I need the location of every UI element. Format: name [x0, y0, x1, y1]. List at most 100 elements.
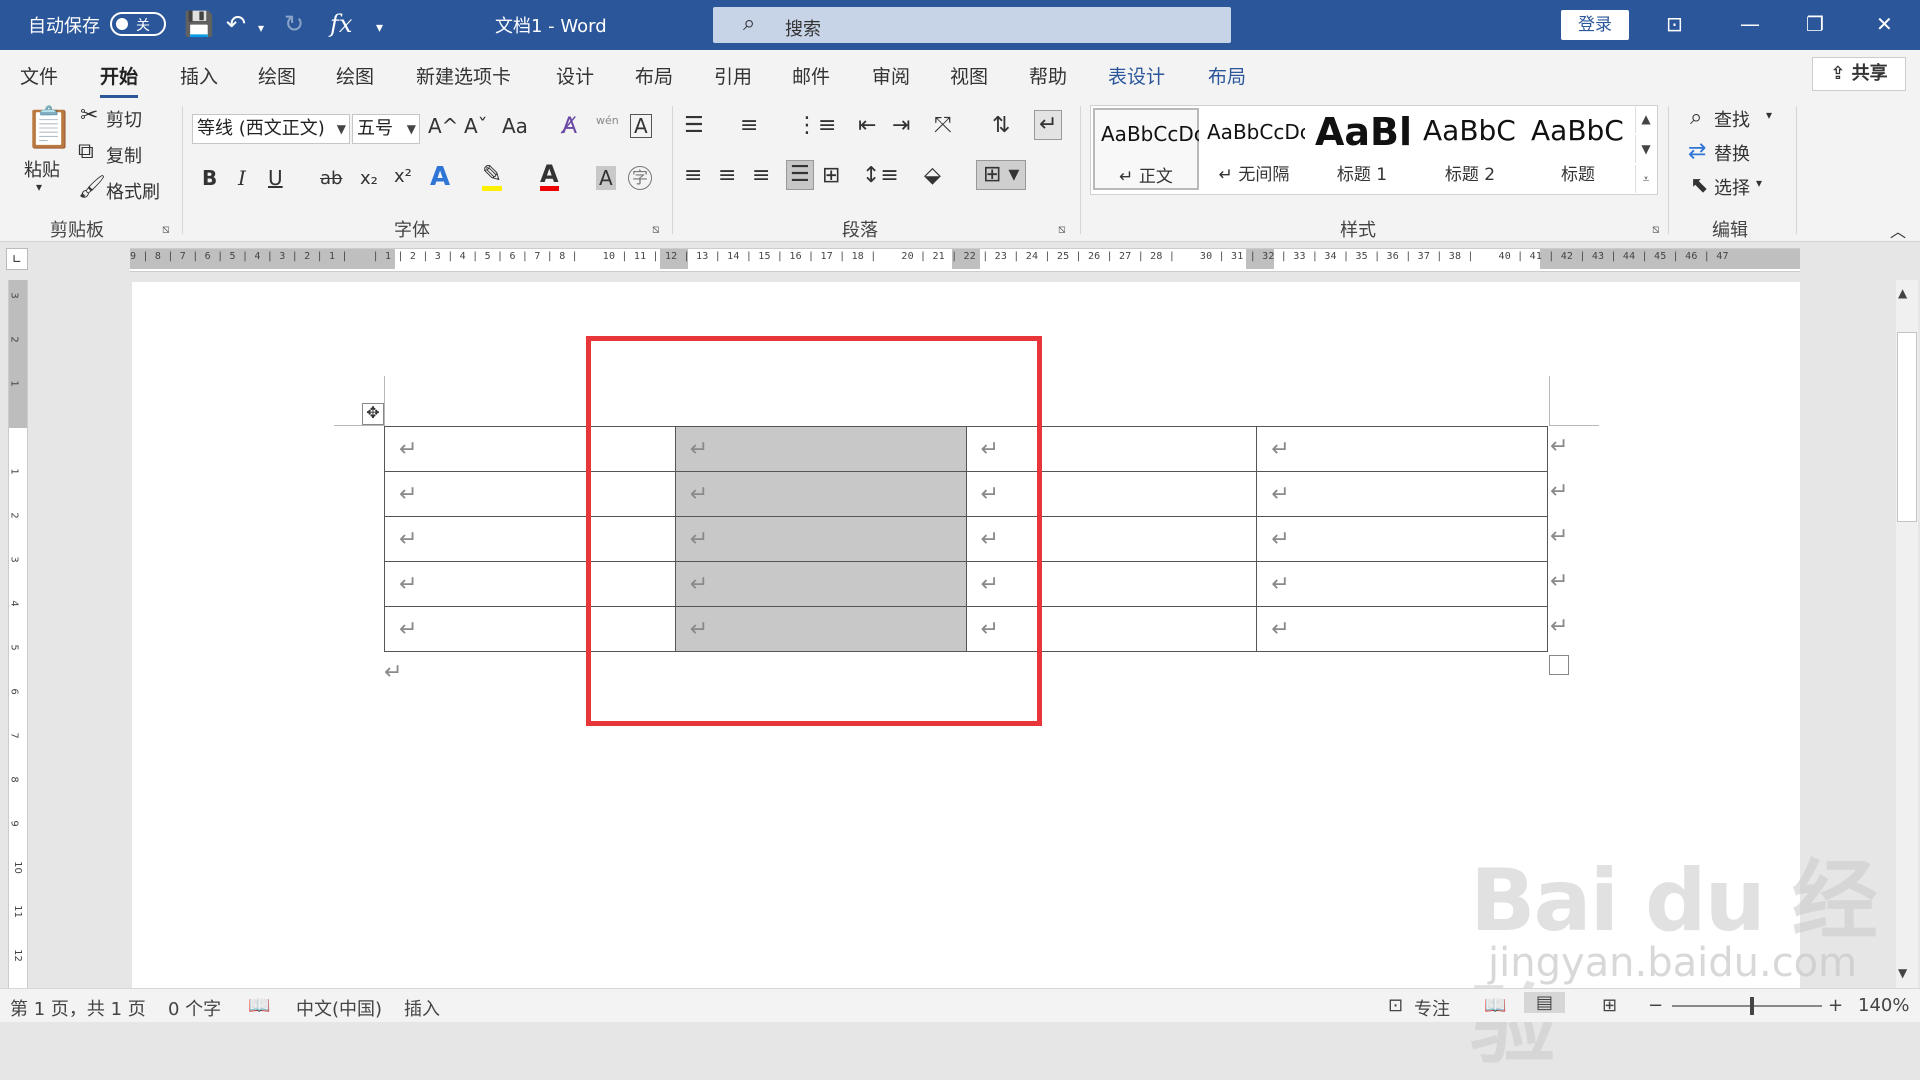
replace-label[interactable]: 替换: [1714, 140, 1750, 166]
italic-button[interactable]: I: [238, 166, 246, 190]
find-icon[interactable]: ⌕: [1690, 106, 1702, 130]
phonetic-guide-icon[interactable]: wén: [596, 114, 619, 127]
zoom-slider[interactable]: [1672, 1005, 1822, 1007]
clipboard-launcher-icon[interactable]: ⧅: [162, 222, 170, 237]
distributed-icon[interactable]: ⊞: [822, 164, 840, 188]
font-name-combo[interactable]: 等线 (西文正文) ▼: [192, 114, 350, 144]
highlight-icon[interactable]: ✎: [482, 162, 503, 191]
table-resize-handle[interactable]: [1549, 655, 1569, 675]
collapse-ribbon-icon[interactable]: ︿: [1890, 218, 1906, 242]
show-marks-icon[interactable]: ↵: [1034, 110, 1063, 140]
login-button[interactable]: 登录: [1561, 10, 1629, 40]
format-painter-label[interactable]: 格式刷: [106, 178, 160, 204]
tab-mailings[interactable]: 邮件: [792, 62, 830, 89]
tab-view[interactable]: 视图: [950, 62, 988, 89]
char-shading-icon[interactable]: A: [596, 166, 616, 190]
find-label[interactable]: 查找: [1714, 106, 1750, 132]
cut-icon[interactable]: ✂: [80, 104, 98, 128]
zoom-out-button[interactable]: −: [1648, 995, 1663, 1016]
multilevel-list-icon[interactable]: ⋮≡: [796, 114, 836, 138]
minimize-icon[interactable]: —: [1740, 12, 1760, 36]
zoom-in-button[interactable]: +: [1828, 995, 1843, 1016]
bullets-icon[interactable]: ☰: [684, 114, 704, 138]
underline-button[interactable]: U: [268, 166, 283, 190]
find-dropdown-icon[interactable]: ▾: [1766, 108, 1772, 122]
table-cell[interactable]: ↵: [1256, 606, 1548, 652]
tab-new-tab[interactable]: 新建选项卡: [416, 62, 511, 89]
select-dropdown-icon[interactable]: ▾: [1756, 176, 1762, 190]
paste-icon[interactable]: 📋: [24, 106, 74, 150]
change-case-icon[interactable]: Aa: [502, 114, 528, 138]
table-cell[interactable]: ↵: [1256, 471, 1548, 517]
undo-dropdown-icon[interactable]: ▾: [258, 14, 264, 42]
justify-icon[interactable]: ☰: [786, 160, 814, 190]
align-left-icon[interactable]: ≡: [684, 164, 702, 188]
tab-design[interactable]: 设计: [556, 62, 594, 89]
shading-icon[interactable]: ⬙: [924, 164, 941, 188]
save-icon[interactable]: 💾: [184, 10, 214, 38]
tab-review[interactable]: 审阅: [872, 62, 910, 89]
tab-table-layout[interactable]: 布局: [1208, 62, 1246, 89]
decrease-indent-icon[interactable]: ⇤: [858, 114, 876, 138]
formula-icon[interactable]: fx: [330, 10, 352, 38]
undo-icon[interactable]: ↶: [226, 10, 246, 38]
grow-font-icon[interactable]: A^: [428, 114, 458, 138]
ribbon-display-icon[interactable]: ⊡: [1666, 12, 1683, 36]
replace-icon[interactable]: ⇄: [1688, 140, 1706, 164]
style-normal[interactable]: AaBbCcDc ↵ 正文: [1093, 108, 1199, 190]
tab-draw[interactable]: 绘图: [258, 62, 296, 89]
tab-file[interactable]: 文件: [20, 62, 58, 89]
tab-selector[interactable]: ∟: [6, 248, 28, 270]
subscript-button[interactable]: x₂: [360, 168, 378, 189]
font-color-icon[interactable]: A: [540, 162, 559, 191]
insert-mode[interactable]: 插入: [404, 995, 440, 1021]
style-heading-2[interactable]: AaBbC 标题 2: [1417, 108, 1523, 190]
paste-dropdown-icon[interactable]: ▾: [36, 180, 42, 194]
styles-scroll-down-icon[interactable]: ▼: [1635, 135, 1656, 163]
zoom-level[interactable]: 140%: [1858, 995, 1909, 1016]
paragraph-launcher-icon[interactable]: ⧅: [1058, 222, 1066, 237]
web-layout-icon[interactable]: ⊞: [1602, 995, 1617, 1016]
styles-scroll-up-icon[interactable]: ▲: [1635, 105, 1656, 133]
scroll-up-icon[interactable]: ▲: [1898, 286, 1907, 300]
borders-icon[interactable]: ⊞ ▾: [976, 160, 1027, 190]
proofing-icon[interactable]: 📖: [248, 995, 270, 1016]
tab-home[interactable]: 开始: [100, 62, 139, 98]
tab-help[interactable]: 帮助: [1029, 62, 1067, 89]
table-cell[interactable]: ↵: [1256, 426, 1548, 472]
close-icon[interactable]: ✕: [1876, 12, 1893, 36]
sort-icon[interactable]: ⇅: [992, 114, 1010, 138]
restore-icon[interactable]: ❐: [1806, 12, 1824, 36]
style-heading-1[interactable]: AaBl 标题 1: [1309, 108, 1415, 190]
styles-launcher-icon[interactable]: ⧅: [1652, 222, 1660, 237]
styles-more-icon[interactable]: ⩡: [1635, 165, 1656, 193]
language[interactable]: 中文(中国): [296, 995, 382, 1021]
read-mode-icon[interactable]: 📖: [1484, 995, 1506, 1016]
tab-references[interactable]: 引用: [714, 62, 752, 89]
vertical-ruler[interactable]: 3 2 1 1 2 3 4 5 6 7 8 9 10 11 12: [8, 280, 28, 990]
style-no-spacing[interactable]: AaBbCcDc ↵ 无间隔: [1201, 108, 1307, 190]
page-count[interactable]: 第 1 页，共 1 页: [10, 995, 146, 1021]
cut-label[interactable]: 剪切: [106, 106, 142, 132]
chinese-layout-icon[interactable]: ⤧: [934, 114, 952, 138]
line-spacing-icon[interactable]: ↕≡: [862, 164, 899, 188]
search-box[interactable]: ⌕ 搜索: [713, 7, 1231, 43]
align-right-icon[interactable]: ≡: [752, 164, 770, 188]
paste-label[interactable]: 粘贴: [24, 156, 60, 182]
font-size-combo[interactable]: 五号 ▼: [352, 114, 420, 144]
share-button[interactable]: ⇪ 共享: [1812, 57, 1906, 91]
word-count[interactable]: 0 个字: [168, 995, 221, 1021]
tab-insert[interactable]: 插入: [180, 62, 218, 89]
tab-layout[interactable]: 布局: [635, 62, 673, 89]
increase-indent-icon[interactable]: ⇥: [892, 114, 910, 138]
customize-qat-icon[interactable]: ▾: [376, 14, 383, 42]
select-label[interactable]: 选择: [1714, 174, 1750, 200]
tab-draw-2[interactable]: 绘图: [336, 62, 374, 89]
table-move-handle[interactable]: ✥: [362, 403, 384, 425]
numbering-icon[interactable]: ≡: [740, 114, 758, 138]
shrink-font-icon[interactable]: Aˇ: [464, 114, 488, 138]
clear-format-icon[interactable]: A̸: [562, 114, 577, 139]
tab-table-design[interactable]: 表设计: [1108, 62, 1165, 89]
font-launcher-icon[interactable]: ⧅: [652, 222, 660, 237]
focus-icon[interactable]: ⊡: [1388, 995, 1403, 1016]
